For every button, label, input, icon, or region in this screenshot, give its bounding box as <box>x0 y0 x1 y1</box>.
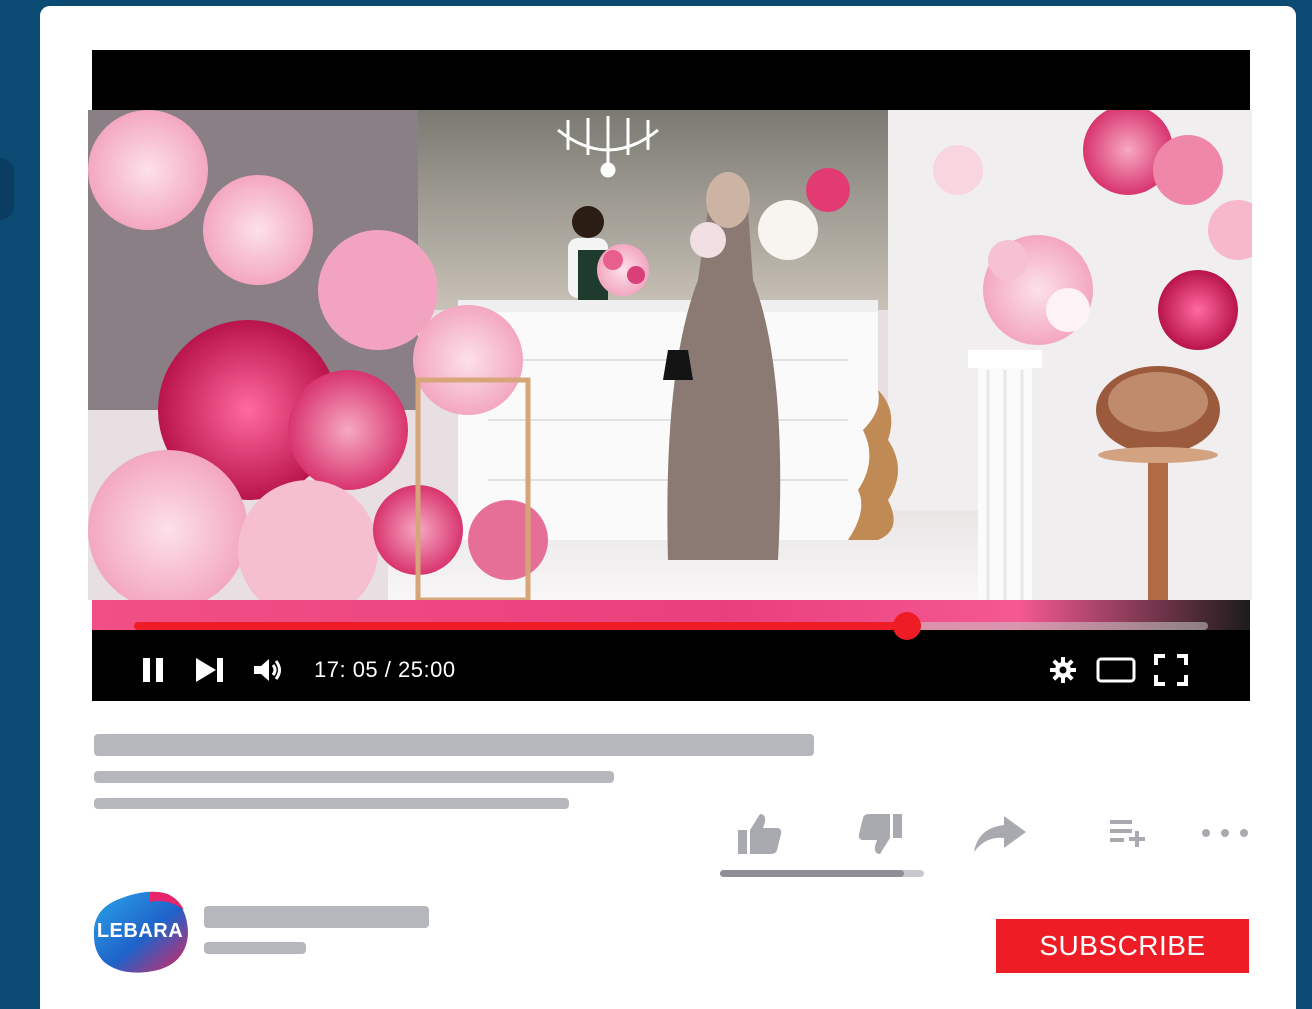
pause-button[interactable] <box>140 654 168 686</box>
gear-icon <box>1050 657 1076 683</box>
dislike-button[interactable] <box>856 812 904 861</box>
thumbs-down-icon <box>858 814 902 854</box>
more-actions-button[interactable] <box>1200 826 1250 845</box>
channel-logo-text: LEBARA <box>96 920 184 942</box>
video-description-placeholder <box>94 798 569 809</box>
subscribe-button[interactable]: SUBSCRIBE <box>996 919 1249 973</box>
progress-played <box>134 622 908 630</box>
video-frame[interactable] <box>88 110 1252 600</box>
video-player[interactable]: 17: 05 / 25:00 <box>88 50 1252 701</box>
channel-name-placeholder <box>204 906 429 928</box>
channel-avatar[interactable]: LEBARA <box>88 888 192 976</box>
fullscreen-button[interactable] <box>1154 654 1188 686</box>
theater-mode-button[interactable] <box>1096 654 1136 686</box>
skip-next-icon <box>196 658 223 682</box>
share-button[interactable] <box>972 814 1028 859</box>
progress-bar[interactable] <box>134 612 1208 640</box>
window-edge-notch <box>0 158 14 220</box>
video-still-flower-shop <box>88 110 1252 600</box>
letterbox-bar <box>92 50 1250 110</box>
fullscreen-icon <box>1154 654 1188 686</box>
volume-button[interactable] <box>252 654 286 686</box>
more-icon <box>1202 829 1248 837</box>
share-icon <box>974 816 1026 852</box>
settings-button[interactable] <box>1048 654 1078 686</box>
save-to-playlist-button[interactable] <box>1108 818 1150 855</box>
subscriber-count-placeholder <box>204 942 306 954</box>
next-button[interactable] <box>194 654 226 686</box>
time-display: 17: 05 / 25:00 <box>314 657 456 682</box>
theater-mode-icon <box>1096 657 1136 683</box>
thumbs-up-icon <box>738 814 782 854</box>
like-dislike-ratio-bar <box>720 870 924 877</box>
pause-icon <box>143 658 163 682</box>
video-meta-placeholder <box>94 771 614 783</box>
video-title-placeholder <box>94 734 814 756</box>
volume-icon <box>254 659 281 681</box>
like-button[interactable] <box>736 812 784 861</box>
add-to-playlist-icon <box>1110 820 1145 847</box>
like-ratio-fill <box>720 870 904 877</box>
